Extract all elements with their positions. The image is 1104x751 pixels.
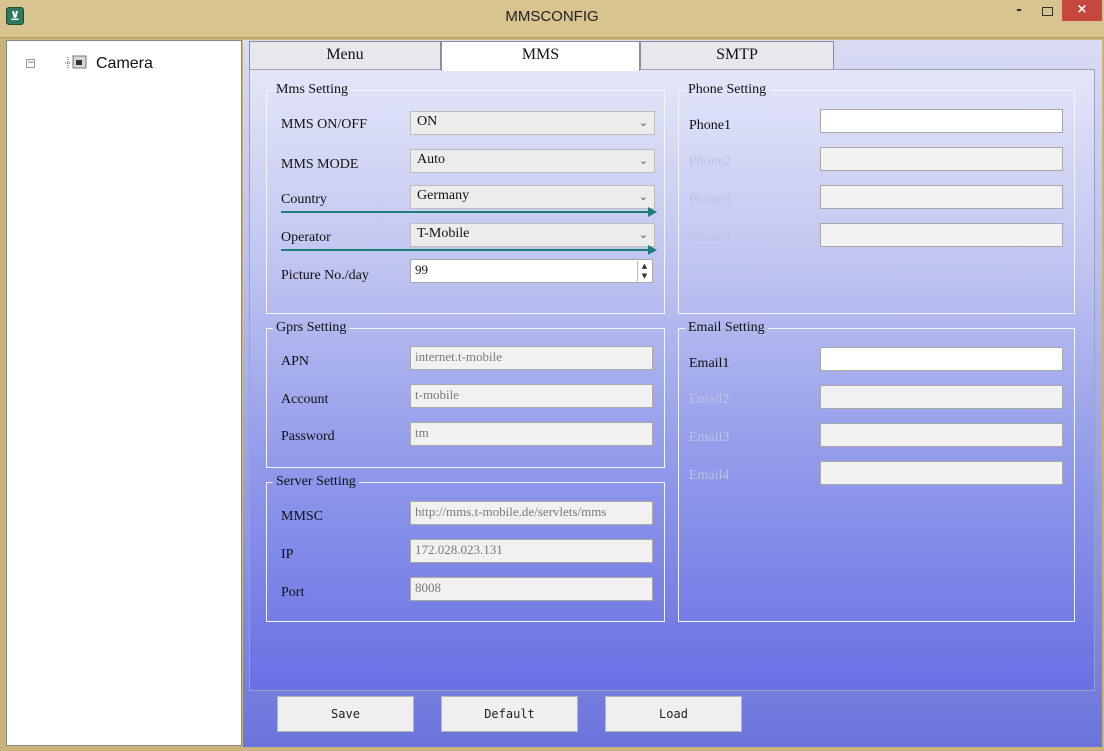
minimize-button[interactable]: - — [1006, 2, 1032, 22]
password-label: Password — [281, 429, 335, 444]
phone-setting-legend: Phone Setting — [688, 82, 767, 97]
arrow-head-icon — [648, 207, 657, 217]
mmsc-label: MMSC — [281, 509, 324, 524]
mms-mode-select[interactable]: Auto ⌄ — [410, 149, 655, 173]
spin-buttons: ▲ ▼ — [637, 261, 651, 281]
maximize-button[interactable] — [1034, 2, 1060, 22]
apn-label: APN — [281, 354, 310, 369]
phone2-label: Phone2 — [689, 154, 731, 169]
picture-per-day-label: Picture No./day — [281, 268, 369, 283]
window-title: MMSCONFIG — [505, 8, 599, 25]
phone1-label: Phone1 — [689, 118, 731, 133]
account-label: Account — [281, 392, 329, 407]
tree-collapse-icon[interactable]: − — [26, 59, 35, 68]
mmsc-input[interactable]: http://mms.t-mobile.de/servlets/mms — [410, 501, 653, 525]
phone4-input[interactable] — [820, 223, 1063, 247]
spin-up-icon[interactable]: ▲ — [638, 261, 651, 271]
spin-down-icon[interactable]: ▼ — [638, 271, 651, 281]
email4-input[interactable] — [820, 461, 1063, 485]
chevron-down-icon: ⌄ — [638, 190, 648, 203]
close-button[interactable]: × — [1062, 0, 1102, 21]
maximize-icon — [1042, 7, 1053, 16]
operator-value: T-Mobile — [417, 226, 470, 241]
mms-onoff-select[interactable]: ON ⌄ — [410, 111, 655, 135]
mms-mode-label: MMS MODE — [281, 157, 359, 172]
tab-mms[interactable]: MMS — [441, 41, 640, 71]
port-label: Port — [281, 585, 305, 600]
mms-setting-legend: Mms Setting — [276, 82, 348, 97]
mms-mode-value: Auto — [417, 152, 445, 167]
arrow-head-icon — [648, 245, 657, 255]
apn-input[interactable]: internet.t-mobile — [410, 346, 653, 370]
country-value: Germany — [417, 188, 470, 203]
password-input[interactable]: tm — [410, 422, 653, 446]
phone2-input[interactable] — [820, 147, 1063, 171]
annotation-arrow — [281, 211, 649, 213]
save-button[interactable]: Save — [277, 696, 414, 732]
default-button[interactable]: Default — [441, 696, 578, 732]
camera-icon — [64, 53, 88, 71]
chevron-down-icon: ⌄ — [638, 228, 648, 241]
load-button[interactable]: Load — [605, 696, 742, 732]
chevron-down-icon: ⌄ — [638, 154, 648, 167]
picture-per-day-value: 99 — [415, 262, 428, 277]
country-label: Country — [281, 192, 327, 207]
mms-onoff-label: MMS ON/OFF — [281, 117, 367, 132]
gprs-setting-legend: Gprs Setting — [276, 320, 347, 335]
email2-input[interactable] — [820, 385, 1063, 409]
phone1-input[interactable] — [820, 109, 1063, 133]
ip-label: IP — [281, 547, 294, 562]
server-setting-legend: Server Setting — [276, 474, 356, 489]
country-select[interactable]: Germany ⌄ — [410, 185, 655, 209]
email2-label: Email2 — [689, 392, 730, 407]
phone3-label: Phone3 — [689, 192, 731, 207]
chevron-down-icon: ⌄ — [638, 116, 648, 129]
email1-label: Email1 — [689, 356, 730, 371]
email3-label: Email3 — [689, 430, 730, 445]
annotation-arrow — [281, 249, 649, 251]
port-input[interactable]: 8008 — [410, 577, 653, 601]
device-tree — [6, 40, 242, 746]
email3-input[interactable] — [820, 423, 1063, 447]
tab-menu[interactable]: Menu — [249, 41, 441, 69]
operator-select[interactable]: T-Mobile ⌄ — [410, 223, 655, 247]
email4-label: Email4 — [689, 468, 730, 483]
email1-input[interactable] — [820, 347, 1063, 371]
tree-item-camera[interactable]: Camera — [96, 55, 153, 73]
phone4-label: Phone4 — [689, 230, 731, 245]
mms-onoff-value: ON — [417, 114, 438, 129]
account-input[interactable]: t-mobile — [410, 384, 653, 408]
operator-label: Operator — [281, 230, 331, 245]
picture-per-day-stepper[interactable]: 99 ▲ ▼ — [410, 259, 653, 283]
ip-input[interactable]: 172.028.023.131 — [410, 539, 653, 563]
phone3-input[interactable] — [820, 185, 1063, 209]
email-setting-legend: Email Setting — [688, 320, 765, 335]
tab-smtp[interactable]: SMTP — [640, 41, 834, 69]
